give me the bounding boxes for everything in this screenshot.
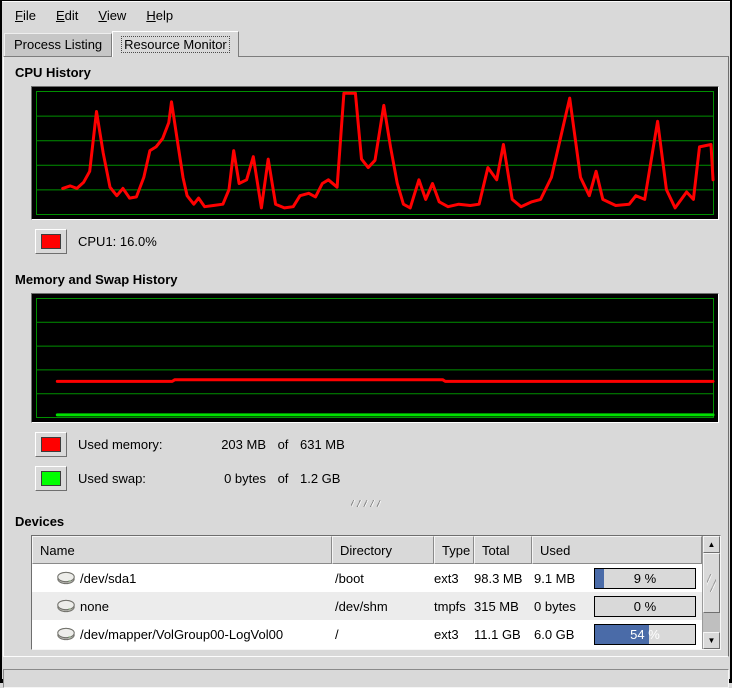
- devices-vertical-scrollbar: ▲ ▼: [702, 536, 720, 649]
- disk-drive-icon: [56, 627, 76, 641]
- device-name: /dev/mapper/VolGroup00-LogVol00: [80, 627, 283, 642]
- device-used-percent: 0 %: [595, 597, 695, 616]
- menu-edit[interactable]: Edit: [46, 4, 88, 27]
- used-memory-label: Used memory:: [78, 437, 204, 452]
- system-monitor-window: { "menu": { "items": [ { "label": "File"…: [0, 0, 732, 683]
- device-used: 9.1 MB: [532, 571, 575, 586]
- used-swap-label: Used swap:: [78, 471, 204, 486]
- device-used-progressbar: 54 %: [594, 624, 696, 645]
- column-header-directory[interactable]: Directory: [332, 536, 434, 564]
- memory-swap-heading: Memory and Swap History: [15, 272, 728, 287]
- used-memory-value: 203 MB: [204, 437, 266, 452]
- device-used-progressbar: 0 %: [594, 596, 696, 617]
- used-swap-color-swatch-button[interactable]: [35, 466, 67, 491]
- memory-swap-chart: [32, 294, 718, 422]
- scrollbar-trough[interactable]: [703, 613, 720, 632]
- scroll-up-icon: ▲: [708, 540, 716, 549]
- device-used: 0 bytes: [532, 599, 576, 614]
- scrollbar-thumb[interactable]: [703, 553, 720, 613]
- used-memory-of: of: [266, 437, 300, 452]
- devices-table-frame: Name Directory Type Total Used /dev/sda1…: [31, 535, 721, 650]
- device-directory: /: [332, 627, 434, 642]
- memory-swap-graph-frame: [31, 293, 719, 423]
- cpu1-usage-label: CPU1: 16.0%: [78, 234, 157, 249]
- devices-table: Name Directory Type Total Used /dev/sda1…: [32, 536, 702, 649]
- used-memory-legend-row: Used memory: 203 MB of 631 MB: [35, 431, 728, 457]
- resource-monitor-panel: CPU History CPU1: 16.0% Memory and Swap …: [3, 56, 729, 657]
- menu-view[interactable]: View: [88, 4, 136, 27]
- device-used-percent: 54 %: [595, 625, 695, 644]
- tab-resource-monitor[interactable]: Resource Monitor: [112, 31, 239, 57]
- status-bar: [3, 669, 729, 688]
- device-total: 315 MB: [474, 599, 532, 614]
- menu-help[interactable]: Help: [136, 4, 183, 27]
- scrollbar-down-button[interactable]: ▼: [703, 632, 720, 649]
- used-swap-total: 1.2 GB: [300, 471, 340, 486]
- paned-grip-icon: [351, 500, 381, 507]
- device-type: tmpfs: [434, 599, 474, 614]
- devices-table-body: /dev/sda1 /boot ext3 98.3 MB 9.1 MB 9 % …: [32, 564, 702, 649]
- device-total: 11.1 GB: [474, 627, 532, 642]
- menu-file[interactable]: File: [5, 4, 46, 27]
- used-swap-of: of: [266, 471, 300, 486]
- column-header-name[interactable]: Name: [32, 536, 332, 564]
- scrollbar-grip-icon: [707, 574, 716, 592]
- disk-drive-icon: [56, 571, 76, 585]
- tab-bar: Process Listing Resource Monitor: [2, 28, 730, 56]
- device-name: /dev/sda1: [80, 571, 136, 586]
- cpu-history-graph-frame: [31, 86, 719, 220]
- column-header-type[interactable]: Type: [434, 536, 474, 564]
- cpu1-color-swatch: [41, 234, 61, 249]
- device-used-progressbar: 9 %: [594, 568, 696, 589]
- used-memory-color-swatch: [41, 437, 61, 452]
- disk-drive-icon: [56, 599, 76, 613]
- column-header-used[interactable]: Used: [532, 536, 702, 564]
- device-table-row[interactable]: /dev/sda1 /boot ext3 98.3 MB 9.1 MB 9 %: [32, 564, 702, 592]
- device-table-row[interactable]: none /dev/shm tmpfs 315 MB 0 bytes 0 %: [32, 592, 702, 620]
- menu-bar: File Edit View Help: [2, 1, 730, 28]
- tab-process-listing-label: Process Listing: [14, 37, 102, 52]
- cpu-legend-row: CPU1: 16.0%: [35, 228, 728, 254]
- used-memory-color-swatch-button[interactable]: [35, 432, 67, 457]
- device-total: 98.3 MB: [474, 571, 532, 586]
- device-name: none: [80, 599, 109, 614]
- device-used: 6.0 GB: [532, 627, 574, 642]
- device-table-row[interactable]: /dev/mapper/VolGroup00-LogVol00 / ext3 1…: [32, 620, 702, 648]
- used-swap-value: 0 bytes: [204, 471, 266, 486]
- scrollbar-up-button[interactable]: ▲: [703, 536, 720, 553]
- paned-splitter[interactable]: [4, 499, 728, 508]
- tab-resource-monitor-label: Resource Monitor: [121, 36, 230, 53]
- device-directory: /boot: [332, 571, 434, 586]
- used-memory-total: 631 MB: [300, 437, 345, 452]
- device-type: ext3: [434, 627, 474, 642]
- used-swap-legend-row: Used swap: 0 bytes of 1.2 GB: [35, 465, 728, 491]
- cpu1-color-swatch-button[interactable]: [35, 229, 67, 254]
- cpu-history-heading: CPU History: [15, 65, 728, 80]
- tab-process-listing[interactable]: Process Listing: [4, 33, 112, 56]
- column-header-total[interactable]: Total: [474, 536, 532, 564]
- device-type: ext3: [434, 571, 474, 586]
- device-used-percent: 9 %: [595, 569, 695, 588]
- cpu-history-chart: [32, 87, 718, 219]
- devices-table-header: Name Directory Type Total Used: [32, 536, 702, 564]
- scroll-down-icon: ▼: [708, 636, 716, 645]
- device-directory: /dev/shm: [332, 599, 434, 614]
- devices-heading: Devices: [15, 514, 728, 529]
- used-swap-color-swatch: [41, 471, 61, 486]
